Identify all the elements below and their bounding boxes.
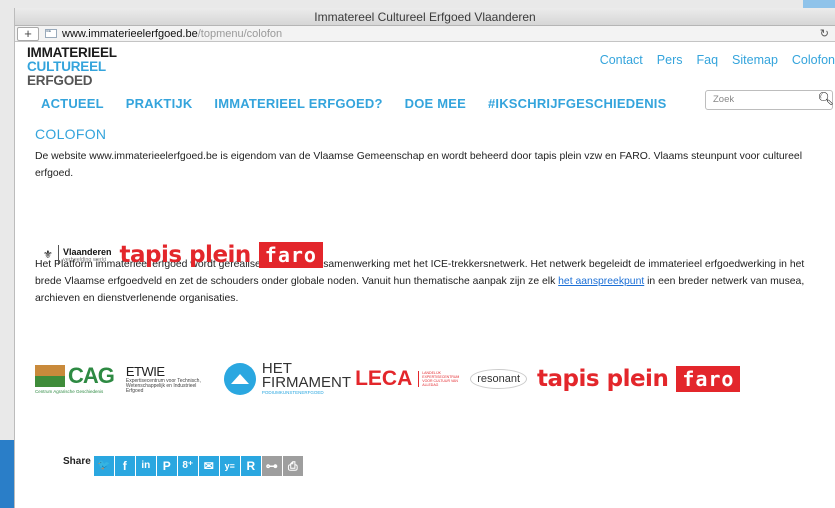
search-placeholder: Zoek <box>713 94 735 105</box>
vlaanderen-logo-subtext: verbeelding werkt <box>63 256 107 263</box>
faro-partner-logo[interactable]: faro <box>676 365 741 392</box>
leca-logo[interactable]: LECA <box>355 367 412 391</box>
tapis-plein-partner-logo[interactable]: tapis plein <box>537 366 669 392</box>
aanspreekpunt-link[interactable]: het aanspreekpunt <box>558 276 644 287</box>
link-share-button[interactable]: ⊶ <box>261 456 282 476</box>
etwie-logo-text: ETWIE <box>125 363 165 379</box>
mainnav-praktijk[interactable]: PRAKTIJK <box>126 96 193 111</box>
cag-logo-text: CAG <box>68 363 115 388</box>
cag-logo-subtext: Centrum Agrarische Geschiedenis <box>35 389 104 394</box>
background-sidebar-strip <box>0 440 14 508</box>
faro-logo[interactable]: faro <box>258 242 323 268</box>
mainnav-actueel[interactable]: ACTUEEL <box>41 96 104 111</box>
address-bar[interactable]: + ICE www.immaterieelerfgoed.be/topmenu/… <box>15 26 835 42</box>
mainnav-doe-mee[interactable]: DOE MEE <box>405 96 466 111</box>
etwie-logo-subtext: Expertisecentrum voor Technisch, Wetensc… <box>125 377 201 394</box>
logo-line-2: CULTUREEL <box>27 59 106 74</box>
favicon-icon: ICE <box>45 29 57 38</box>
logo-line-1: IMMATERIEEL <box>27 45 117 60</box>
etwie-logo[interactable]: ETWIE Expertisecentrum voor Technisch, W… <box>126 364 206 394</box>
email-share-button[interactable]: ✉ <box>198 456 219 476</box>
reload-icon[interactable]: ↻ <box>820 27 829 40</box>
cag-logo[interactable]: CAG Centrum Agrarische Geschiedenis <box>35 363 115 394</box>
vlaanderen-logo[interactable]: ⚜ Vlaanderen verbeelding werkt <box>43 245 112 265</box>
page-title: COLOFON <box>35 126 107 142</box>
mainnav-immaterieel-erfgoed[interactable]: IMMATERIEEL ERFGOED? <box>214 96 382 111</box>
topnav-sitemap[interactable]: Sitemap <box>732 53 778 67</box>
r-share-button[interactable]: R <box>240 456 261 476</box>
yammer-share-button[interactable]: y≡ <box>219 456 240 476</box>
vlaanderen-logo-text: Vlaanderen <box>63 246 112 257</box>
partner-logos: CAG Centrum Agrarische Geschiedenis ETWI… <box>35 361 741 395</box>
new-tab-button[interactable]: + <box>17 26 39 41</box>
search-input[interactable]: Zoek 🔍︎ <box>705 90 834 110</box>
topnav-pers[interactable]: Pers <box>657 53 683 67</box>
share-label: Share <box>63 455 91 467</box>
resonant-logo[interactable]: resonant <box>470 368 528 389</box>
search-icon[interactable]: 🔍︎ <box>817 90 834 108</box>
main-navigation: ACTUEEL PRAKTIJK IMMATERIEEL ERFGOED? DO… <box>41 96 666 111</box>
site-logo[interactable]: IMMATERIEEL CULTUREEL ERFGOED <box>27 46 117 88</box>
topnav-faq[interactable]: Faq <box>697 53 719 67</box>
tapis-plein-logo[interactable]: tapis plein <box>120 242 252 268</box>
top-navigation: Contact Pers Faq Sitemap Colofon <box>600 53 835 67</box>
firmament-logo[interactable]: HET FIRMAMENT PODIUMKUNSTENERFGOED <box>223 361 352 395</box>
share-bar: Share 🐦 f in P 8⁺ ✉ y≡ R ⊶ ⎙ <box>63 456 304 476</box>
lion-icon: ⚜ <box>43 245 59 265</box>
topnav-colofon[interactable]: Colofon <box>792 53 835 67</box>
twitter-share-button[interactable]: 🐦 <box>93 456 114 476</box>
googleplus-share-button[interactable]: 8⁺ <box>177 456 198 476</box>
intro-paragraph: De website www.immaterieelerfgoed.be is … <box>35 151 803 179</box>
main-content: COLOFON De website www.immaterieelerfgoe… <box>35 126 825 307</box>
window-title: Immatereel Cultureel Erfgoed Vlaanderen <box>15 8 835 26</box>
linkedin-share-button[interactable]: in <box>135 456 156 476</box>
leca-logo-subtext: LANDELIJK EXPERTISECENTRUM VOOR CULTUUR … <box>418 370 459 387</box>
window-corner-tab <box>803 0 835 8</box>
browser-window: Immatereel Cultureel Erfgoed Vlaanderen … <box>14 8 835 508</box>
web-page: IMMATERIEEL CULTUREEL ERFGOED Contact Pe… <box>15 42 835 506</box>
topnav-contact[interactable]: Contact <box>600 53 643 67</box>
logo-line-3: ERFGOED <box>27 73 93 88</box>
facebook-share-button[interactable]: f <box>114 456 135 476</box>
firmament-logo-text-2: FIRMAMENT <box>261 374 352 391</box>
print-share-button[interactable]: ⎙ <box>282 456 303 476</box>
cag-emblem-icon <box>35 365 65 387</box>
pinterest-share-button[interactable]: P <box>156 456 177 476</box>
firmament-emblem-icon <box>223 362 256 395</box>
mainnav-ikschrijfgeschiedenis[interactable]: #IKSCHRIJFGESCHIEDENIS <box>488 96 667 111</box>
url-path[interactable]: /topmenu/colofon <box>198 28 282 40</box>
url-host[interactable]: www.immaterieelerfgoed.be <box>62 28 198 40</box>
owner-logos: ⚜ Vlaanderen verbeelding werkt tapis ple… <box>43 242 323 268</box>
